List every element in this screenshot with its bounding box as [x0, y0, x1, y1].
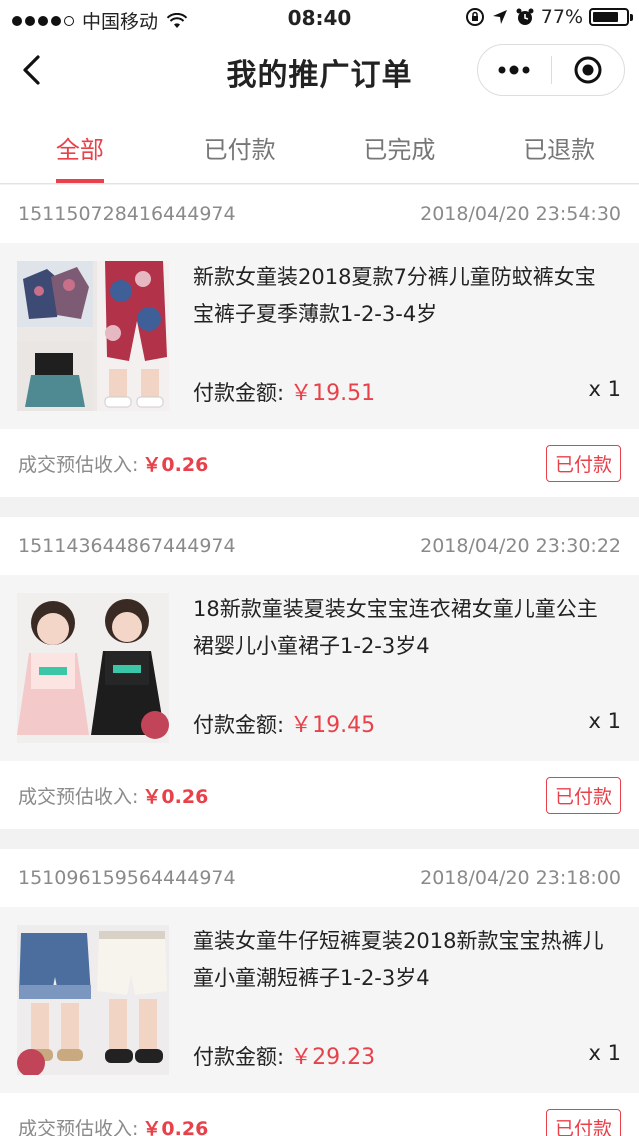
order-header: 151150728416444974 2018/04/20 23:54:30: [0, 185, 639, 243]
payment-label: 付款金额:: [193, 1045, 285, 1069]
mini-program-capsule: [477, 44, 625, 96]
tab-completed[interactable]: 已完成: [320, 104, 480, 183]
order-datetime: 2018/04/20 23:54:30: [420, 203, 621, 225]
order-id: 151096159564444974: [18, 867, 236, 889]
payment-label: 付款金额:: [193, 713, 285, 737]
payment-price: ￥29.23: [290, 1045, 376, 1070]
tab-paid[interactable]: 已付款: [160, 104, 320, 183]
product-image: [17, 925, 169, 1075]
product-title: 18新款童装夏装女宝宝连衣裙女童儿童公主裙婴儿小童裙子1-2-3岁4: [193, 597, 598, 658]
alarm-icon: [516, 8, 534, 25]
status-badge: 已付款: [545, 1108, 621, 1136]
order-product[interactable]: 童装女童牛仔短裤夏装2018新款宝宝热裤儿童小童潮短裤子1-2-3岁4 付款金额…: [0, 907, 639, 1093]
order-footer: 成交预估收入: ￥0.26 已付款: [0, 1093, 639, 1136]
order-list: 151150728416444974 2018/04/20 23:54:30 新…: [0, 185, 639, 1136]
estimated-income: 成交预估收入: ￥0.26: [18, 782, 208, 809]
order-header: 151143644867444974 2018/04/20 23:30:22: [0, 517, 639, 575]
product-title: 童装女童牛仔短裤夏装2018新款宝宝热裤儿童小童潮短裤子1-2-3岁4: [193, 929, 604, 990]
product-image: [17, 261, 169, 411]
income-label: 成交预估收入:: [18, 785, 139, 808]
more-dots-icon: [498, 65, 530, 75]
estimated-income: 成交预估收入: ￥0.26: [18, 450, 208, 477]
order-datetime: 2018/04/20 23:18:00: [420, 867, 621, 889]
order-product[interactable]: 18新款童装夏装女宝宝连衣裙女童儿童公主裙婴儿小童裙子1-2-3岁4 付款金额:…: [0, 575, 639, 761]
estimated-income: 成交预估收入: ￥0.26: [18, 1114, 208, 1136]
status-badge: 已付款: [545, 776, 621, 814]
order-product[interactable]: 新款女童装2018夏款7分裤儿童防蚊裤女宝宝裤子夏季薄款1-2-3-4岁 付款金…: [0, 243, 639, 429]
location-icon: [492, 10, 507, 24]
order-card[interactable]: 151096159564444974 2018/04/20 23:18:00 童…: [0, 849, 639, 1136]
order-header: 151096159564444974 2018/04/20 23:18:00: [0, 849, 639, 907]
nav-bar: 我的推广订单: [0, 38, 639, 104]
tab-all[interactable]: 全部: [0, 104, 160, 183]
order-datetime: 2018/04/20 23:30:22: [420, 535, 621, 557]
income-label: 成交预估收入:: [18, 1117, 139, 1136]
quantity: x 1: [588, 709, 621, 733]
order-tabs: 全部 已付款 已完成 已退款: [0, 104, 639, 184]
order-card[interactable]: 151150728416444974 2018/04/20 23:54:30 新…: [0, 185, 639, 497]
income-label: 成交预估收入:: [18, 453, 139, 476]
product-image: [17, 593, 169, 743]
battery-percent: 77%: [540, 6, 583, 28]
payment-amount: 付款金额: ￥19.51: [193, 375, 375, 407]
rotation-lock-icon: [465, 8, 484, 26]
product-title: 新款女童装2018夏款7分裤儿童防蚊裤女宝宝裤子夏季薄款1-2-3-4岁: [193, 265, 596, 326]
more-button[interactable]: [478, 45, 551, 95]
order-footer: 成交预估收入: ￥0.26 已付款: [0, 761, 639, 829]
battery-icon: [589, 8, 633, 26]
status-bar: 中国移动 08:40 77%: [0, 0, 639, 38]
income-value: ￥0.26: [142, 453, 209, 476]
order-card[interactable]: 151143644867444974 2018/04/20 23:30:22 1…: [0, 517, 639, 829]
order-id: 151143644867444974: [18, 535, 236, 557]
payment-price: ￥19.45: [290, 713, 376, 738]
close-button[interactable]: [552, 45, 625, 95]
quantity: x 1: [588, 377, 621, 401]
status-badge: 已付款: [545, 444, 621, 482]
quantity: x 1: [588, 1041, 621, 1065]
payment-price: ￥19.51: [290, 381, 376, 406]
payment-amount: 付款金额: ￥19.45: [193, 707, 375, 739]
status-icons: 77%: [465, 6, 633, 28]
payment-amount: 付款金额: ￥29.23: [193, 1039, 375, 1071]
order-footer: 成交预估收入: ￥0.26 已付款: [0, 429, 639, 497]
income-value: ￥0.26: [142, 785, 209, 808]
income-value: ￥0.26: [142, 1117, 209, 1136]
order-id: 151150728416444974: [18, 203, 236, 225]
payment-label: 付款金额:: [193, 381, 285, 405]
target-close-icon: [574, 56, 602, 84]
tab-refunded[interactable]: 已退款: [479, 104, 639, 183]
